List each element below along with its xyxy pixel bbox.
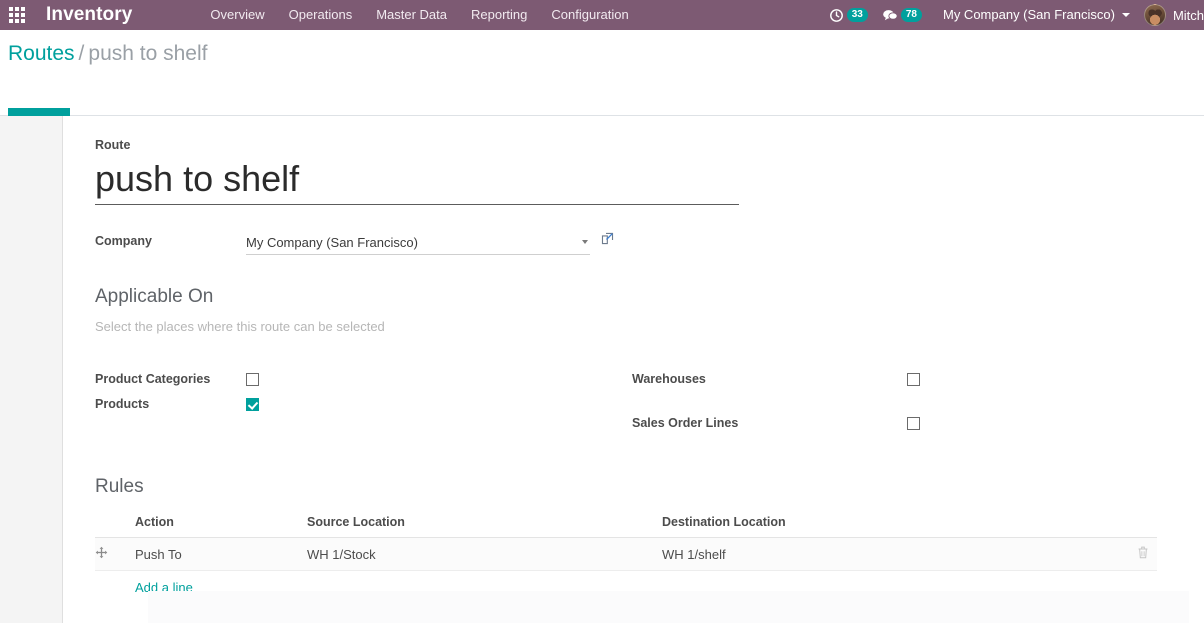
messages-count-badge: 78	[900, 8, 922, 22]
clock-icon	[829, 8, 844, 23]
rules-col-handle	[95, 511, 135, 538]
chat-bubble-icon	[882, 8, 898, 23]
top-navbar: Inventory Overview Operations Master Dat…	[0, 0, 1204, 30]
external-link-icon[interactable]	[601, 232, 614, 250]
company-field-value[interactable]: My Company (San Francisco)	[246, 232, 582, 254]
rules-col-destination-location: Destination Location	[662, 511, 1112, 538]
menu-item-reporting[interactable]: Reporting	[459, 0, 539, 30]
form-sheet: Route push to shelf Company My Company (…	[62, 116, 1204, 623]
rules-col-action: Action	[135, 511, 307, 538]
chatter-top-band	[148, 591, 1189, 623]
row-source-location[interactable]: WH 1/Stock	[307, 537, 662, 571]
activity-menu-button[interactable]: 33	[822, 0, 875, 30]
sales-order-lines-checkbox[interactable]	[907, 416, 920, 430]
rules-col-delete	[1112, 511, 1157, 538]
company-field-label: Company	[95, 234, 152, 248]
product-categories-checkbox[interactable]	[246, 372, 259, 386]
control-panel: Routes/push to shelf SAVE DISCARD 1 / 2	[0, 30, 1204, 136]
messaging-menu-button[interactable]: 78	[875, 0, 929, 30]
row-delete-cell[interactable]	[1112, 537, 1157, 571]
company-switcher-label: My Company (San Francisco)	[942, 7, 1115, 22]
trash-icon[interactable]	[1137, 546, 1149, 562]
menu-item-operations[interactable]: Operations	[277, 0, 365, 30]
row-drag-cell[interactable]	[95, 537, 135, 571]
drag-handle-icon[interactable]	[95, 546, 108, 562]
rules-table: Action Source Location Destination Locat…	[95, 511, 1157, 603]
products-label: Products	[95, 397, 150, 411]
route-field-label: Route	[95, 138, 131, 152]
breadcrumb-separator: /	[78, 42, 85, 65]
add-line-spacer	[95, 570, 135, 603]
menu-item-configuration[interactable]: Configuration	[539, 0, 640, 30]
field-products: Products	[95, 397, 259, 411]
user-menu-label: Mitch	[1172, 7, 1204, 23]
field-sales-order-lines: Sales Order Lines	[632, 416, 920, 430]
breadcrumb: Routes / push to shelf	[8, 42, 207, 66]
chevron-down-icon	[1121, 13, 1130, 17]
user-menu[interactable]: Mitch	[1138, 4, 1204, 26]
menu-item-overview[interactable]: Overview	[198, 0, 276, 30]
product-categories-label: Product Categories	[95, 372, 211, 386]
breadcrumb-current: push to shelf	[88, 42, 208, 65]
rules-title: Rules	[95, 476, 144, 497]
breadcrumb-parent-routes[interactable]: Routes	[8, 42, 75, 65]
table-row[interactable]: Push To WH 1/Stock WH 1/shelf	[95, 537, 1157, 571]
field-warehouses: Warehouses	[632, 372, 920, 386]
row-destination-location[interactable]: WH 1/shelf	[662, 537, 1112, 571]
products-checkbox[interactable]	[246, 397, 259, 411]
sales-order-lines-label: Sales Order Lines	[632, 416, 739, 430]
company-field[interactable]: My Company (San Francisco)	[246, 232, 590, 255]
rules-table-header-row: Action Source Location Destination Locat…	[95, 511, 1157, 538]
row-action-value[interactable]: Push To	[135, 537, 307, 571]
company-switcher[interactable]: My Company (San Francisco)	[929, 0, 1138, 30]
route-name-value[interactable]: push to shelf	[95, 156, 739, 204]
route-name-field[interactable]: push to shelf	[95, 156, 739, 205]
warehouses-checkbox[interactable]	[907, 372, 920, 386]
field-product-categories: Product Categories	[95, 372, 259, 386]
warehouses-label: Warehouses	[632, 372, 706, 386]
navbar-right-tools: 33 78 My Company (San Francisco) Mitch	[822, 0, 1204, 30]
app-brand-inventory[interactable]: Inventory	[46, 4, 132, 26]
applicable-on-subtitle: Select the places where this route can b…	[95, 319, 385, 334]
apps-grid-icon[interactable]	[0, 0, 34, 30]
activity-count-badge: 33	[846, 8, 868, 22]
menu-item-master-data[interactable]: Master Data	[364, 0, 459, 30]
form-view-body: Route push to shelf Company My Company (…	[0, 116, 1204, 623]
chevron-down-icon[interactable]	[582, 239, 588, 244]
main-menu: Overview Operations Master Data Reportin…	[198, 0, 640, 30]
applicable-on-title: Applicable On	[95, 286, 214, 307]
avatar	[1143, 4, 1166, 26]
rules-col-source-location: Source Location	[307, 511, 662, 538]
